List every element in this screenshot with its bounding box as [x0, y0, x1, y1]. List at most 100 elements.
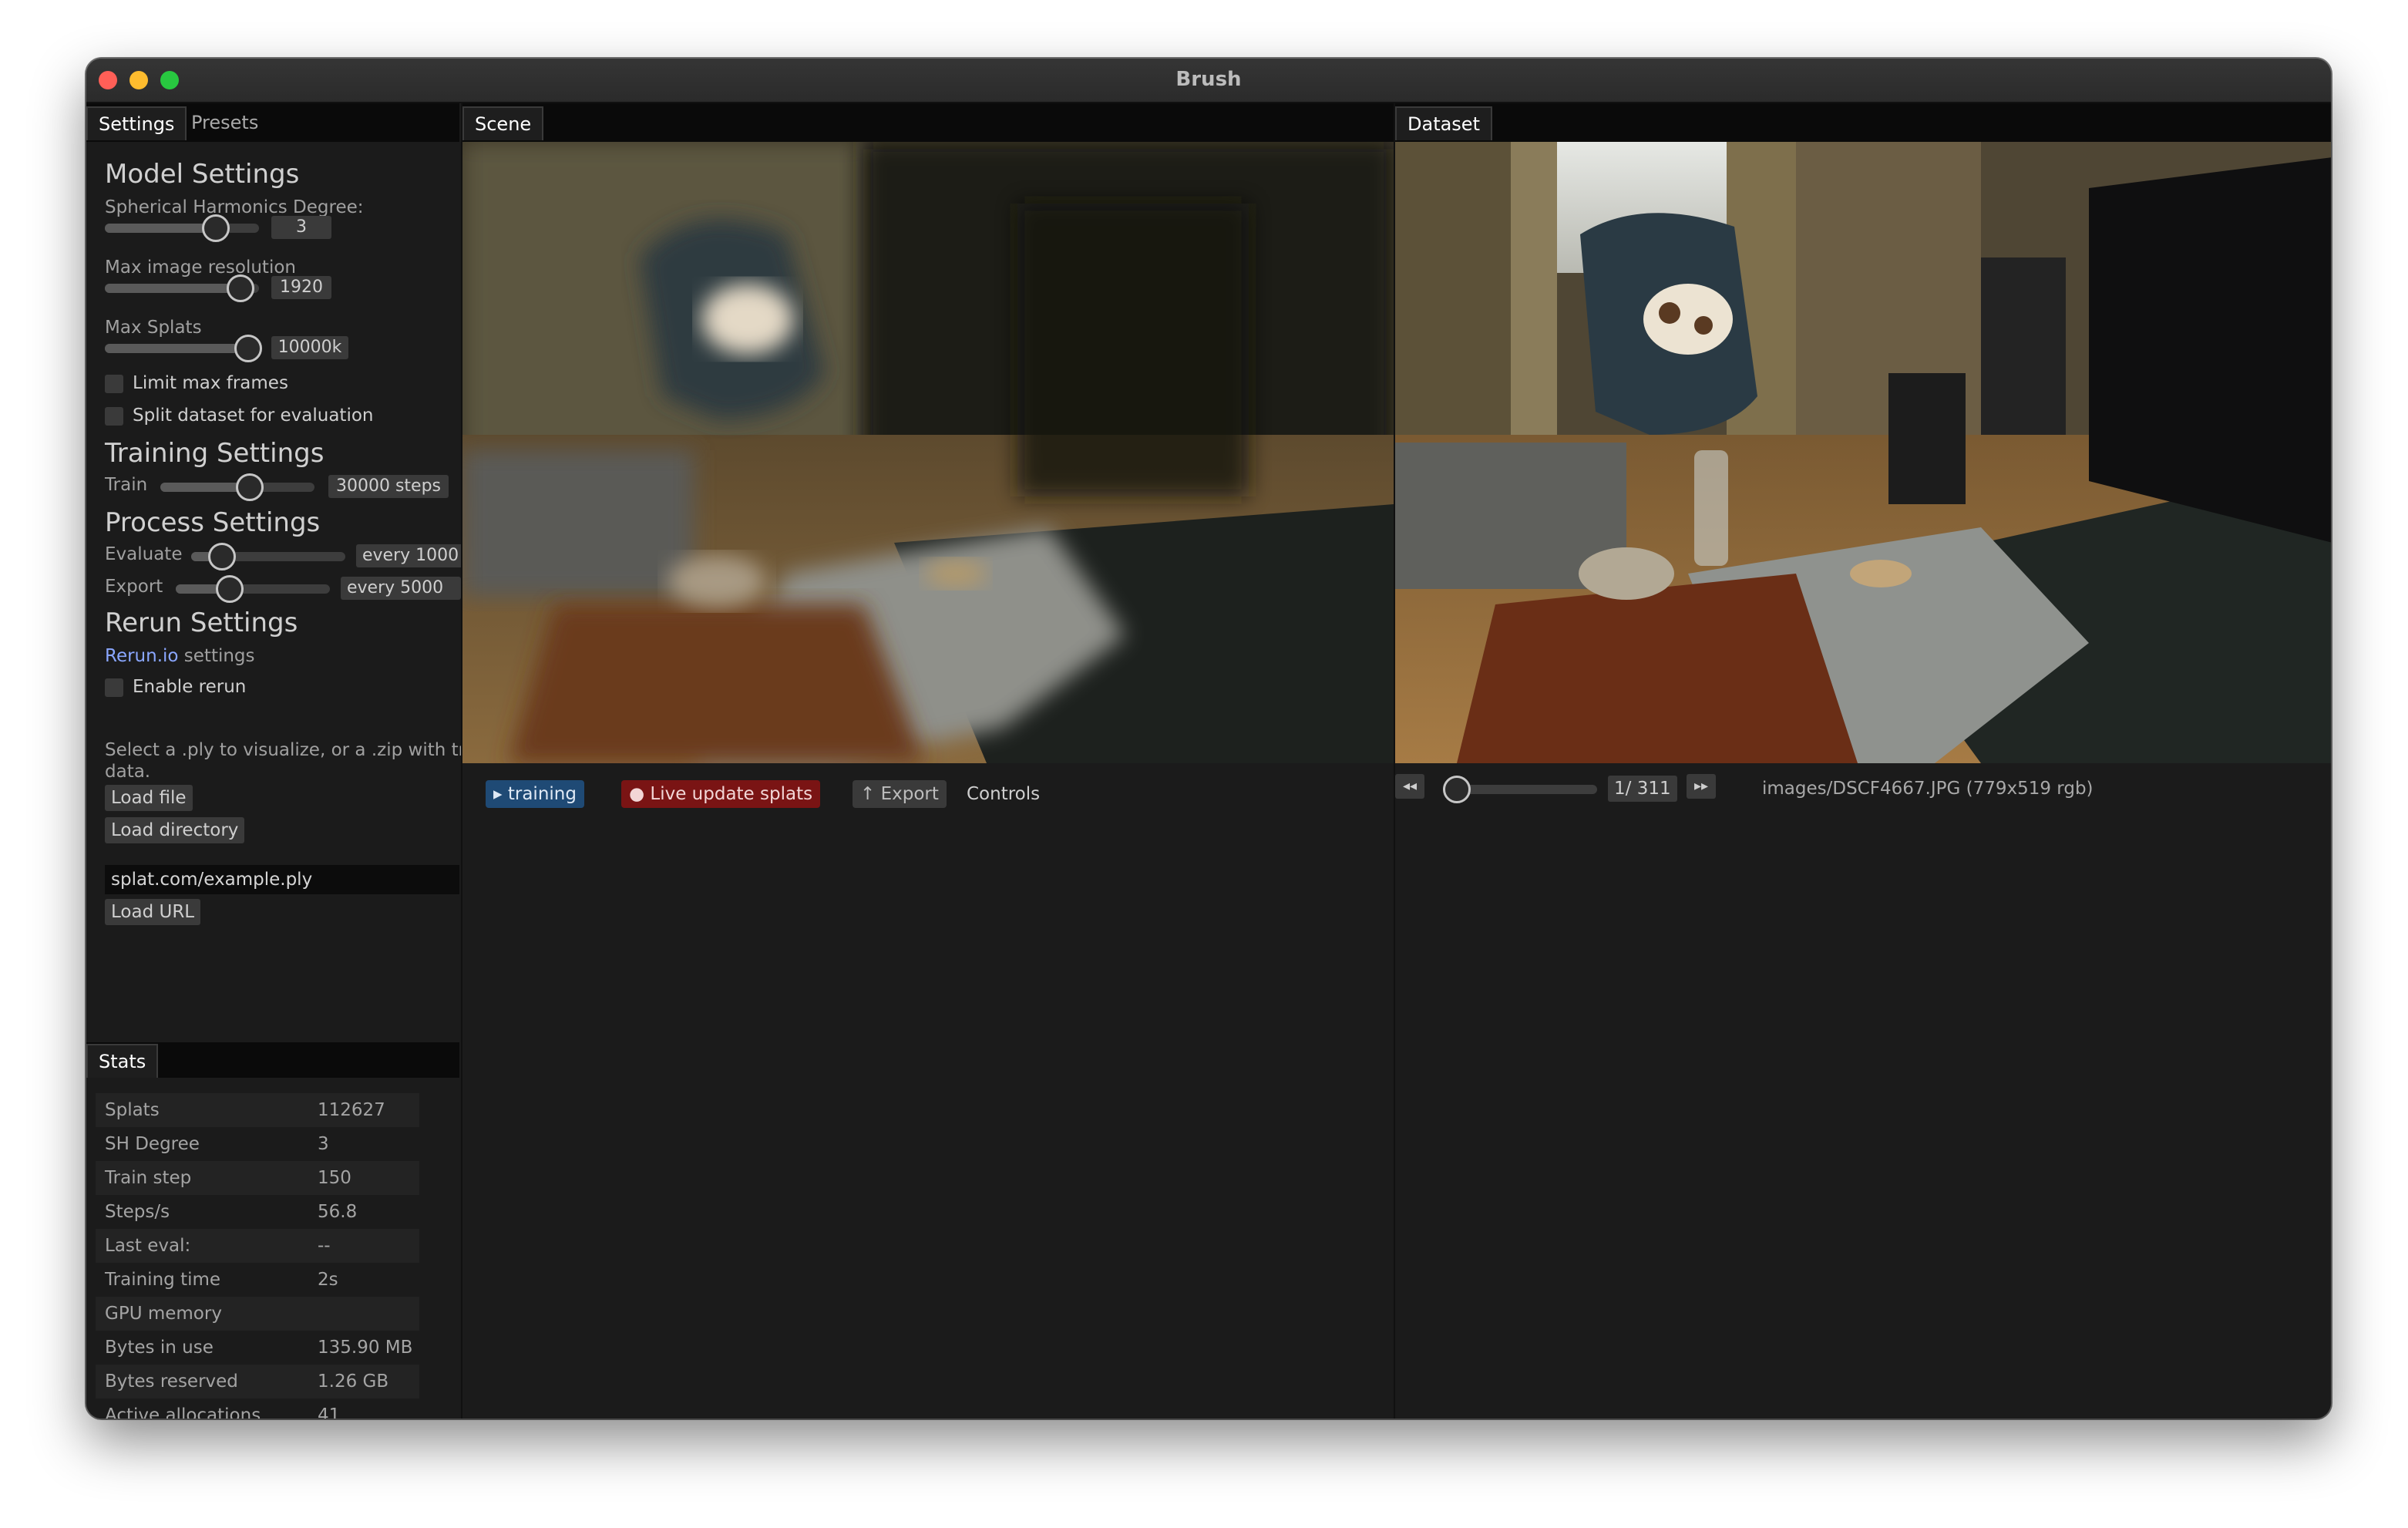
stats-key: Train step	[105, 1168, 192, 1188]
max-resolution-slider[interactable]	[105, 274, 259, 302]
stats-value: 2s	[318, 1270, 338, 1290]
frame-slider[interactable]	[1443, 776, 1597, 803]
training-toggle-button[interactable]: ▸ training	[486, 780, 584, 808]
max-resolution-label: Max image resolution	[105, 257, 296, 278]
stats-table: Splats 112627 SH Degree 3 Train step 150 St…	[96, 1093, 419, 1419]
title-bar: Brush	[86, 59, 2331, 103]
stats-row: Training time 2s	[96, 1263, 419, 1297]
image-file-info: images/DSCF4667.JPG (779x519 rgb)	[1762, 779, 2094, 799]
evaluate-interval-value[interactable]: every 1000	[356, 544, 470, 567]
controls-menu[interactable]: Controls	[967, 780, 1040, 808]
stats-key: Training time	[105, 1270, 221, 1290]
evaluate-interval-slider[interactable]	[191, 543, 345, 570]
train-label: Train	[105, 475, 148, 495]
frame-slider-handle[interactable]	[1443, 776, 1471, 803]
scene-panel: Scene ▸ training ● Live update splats ↑ …	[461, 103, 1394, 1419]
url-input[interactable]: splat.com/example.ply	[105, 865, 459, 894]
stats-row: GPU memory	[96, 1297, 419, 1331]
dataset-image-view	[1395, 142, 2331, 763]
rerun-settings-line: Rerun.io settings	[105, 646, 255, 666]
model-settings-heading: Model Settings	[105, 159, 300, 190]
scene-render-image	[462, 142, 1394, 763]
stats-key: Bytes in use	[105, 1338, 214, 1358]
max-resolution-slider-fill	[105, 284, 240, 293]
dataset-image	[1395, 142, 2331, 763]
arrow-up-icon: ↑	[860, 784, 876, 804]
stats-key: Active allocations	[105, 1405, 261, 1419]
stats-row: SH Degree 3	[96, 1127, 419, 1161]
stats-row: Splats 112627	[96, 1093, 419, 1127]
tab-stats[interactable]: Stats	[86, 1044, 159, 1078]
training-label: training	[507, 784, 577, 804]
stats-value: 41	[318, 1405, 341, 1419]
train-steps-value[interactable]: 30000 steps	[328, 475, 449, 498]
export-interval-slider[interactable]	[176, 575, 330, 603]
max-resolution-slider-handle[interactable]	[227, 274, 254, 302]
stats-key: Last eval:	[105, 1236, 191, 1256]
dataset-controls-bar: ◂◂ 1/ 311 ▸▸ images/DSCF4667.JPG (779x51…	[1395, 774, 2331, 805]
next-frame-button[interactable]: ▸▸	[1687, 774, 1716, 799]
app-window: Brush Settings Presets Model Settings Sp…	[86, 59, 2331, 1419]
stats-key: Splats	[105, 1100, 160, 1120]
limit-max-frames-checkbox[interactable]	[105, 375, 123, 393]
stats-value: 135.90 MB	[318, 1338, 413, 1358]
enable-rerun-checkbox[interactable]	[105, 678, 123, 697]
load-file-button[interactable]: Load file	[105, 785, 193, 811]
max-resolution-value[interactable]: 1920	[271, 276, 331, 299]
rerun-settings-suffix: settings	[183, 646, 255, 666]
sh-degree-slider-fill	[105, 224, 216, 233]
tab-dataset[interactable]: Dataset	[1395, 106, 1492, 140]
dataset-tab-bar: Dataset	[1395, 103, 2331, 142]
training-settings-heading: Training Settings	[105, 438, 325, 469]
scene-viewport[interactable]	[462, 142, 1394, 763]
train-steps-slider-handle[interactable]	[236, 473, 264, 501]
stats-value: 112627	[318, 1100, 385, 1120]
sh-degree-slider-handle[interactable]	[202, 214, 230, 242]
stats-row: Train step 150	[96, 1161, 419, 1195]
left-tab-bar: Settings Presets	[86, 103, 459, 142]
enable-rerun-label: Enable rerun	[133, 677, 247, 697]
load-directory-button[interactable]: Load directory	[105, 817, 245, 843]
left-panel: Settings Presets Model Settings Spherica…	[86, 103, 482, 1419]
split-dataset-checkbox[interactable]	[105, 407, 123, 426]
rewind-icon: ◂◂	[1402, 778, 1418, 794]
export-button[interactable]: ↑ Export	[853, 780, 947, 808]
stats-row: Bytes reserved 1.26 GB	[96, 1365, 419, 1398]
stats-value: --	[318, 1236, 331, 1256]
evaluate-interval-slider-handle[interactable]	[208, 543, 236, 570]
frame-counter[interactable]: 1/ 311	[1608, 776, 1677, 802]
evaluate-label: Evaluate	[105, 544, 183, 564]
rerun-settings-heading: Rerun Settings	[105, 607, 298, 638]
load-hint-line1: Select a .ply to visualize, or a .zip wi…	[105, 740, 482, 760]
max-splats-slider[interactable]	[105, 335, 262, 362]
scene-tab-bar: Scene	[462, 103, 1394, 142]
stats-value: 1.26 GB	[318, 1371, 389, 1392]
split-dataset-label: Split dataset for evaluation	[133, 406, 374, 426]
max-splats-value[interactable]: 10000k	[271, 336, 348, 359]
load-hint-line2: data.	[105, 762, 151, 782]
previous-frame-button[interactable]: ◂◂	[1395, 774, 1424, 799]
export-interval-slider-handle[interactable]	[216, 575, 244, 603]
tab-scene[interactable]: Scene	[462, 106, 544, 140]
tab-settings[interactable]: Settings	[86, 106, 187, 140]
sh-degree-value[interactable]: 3	[271, 216, 331, 239]
fast-forward-icon: ▸▸	[1693, 778, 1709, 794]
max-splats-slider-fill	[105, 344, 248, 353]
export-interval-value[interactable]: every 5000 st	[341, 577, 461, 600]
tab-presets[interactable]: Presets	[180, 106, 269, 139]
rerun-io-link[interactable]: Rerun.io	[105, 646, 178, 666]
max-splats-slider-handle[interactable]	[234, 335, 262, 362]
stats-value: 3	[318, 1134, 329, 1154]
max-splats-label: Max Splats	[105, 318, 202, 338]
load-url-button[interactable]: Load URL	[105, 899, 201, 925]
stats-value: 56.8	[318, 1202, 358, 1222]
sh-degree-slider[interactable]	[105, 214, 259, 242]
play-icon: ▸	[493, 784, 503, 804]
export-label: Export	[880, 784, 939, 804]
stats-row: Last eval: --	[96, 1229, 419, 1263]
stats-row: Active allocations 41	[96, 1398, 419, 1419]
train-steps-slider[interactable]	[160, 473, 314, 501]
stats-key: Steps/s	[105, 1202, 170, 1222]
stats-key: GPU memory	[105, 1304, 222, 1324]
live-update-splats-toggle[interactable]: ● Live update splats	[621, 780, 821, 808]
